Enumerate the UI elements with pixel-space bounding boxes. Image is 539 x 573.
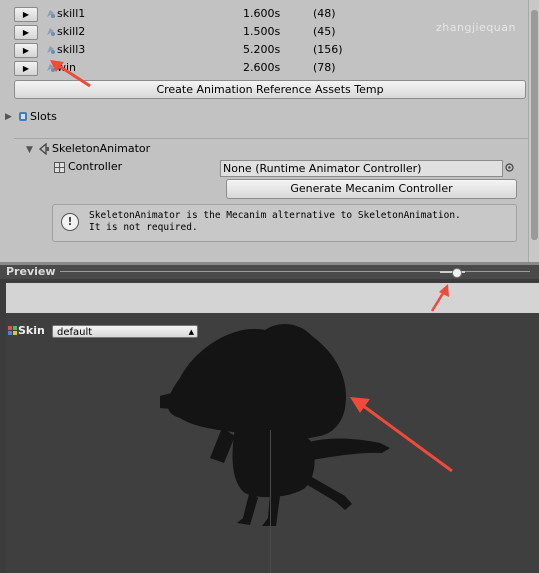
controller-label: Controller — [68, 160, 123, 173]
cropped-row — [0, 0, 528, 4]
skin-dropdown-value: default — [57, 327, 93, 338]
animation-frames: (45) — [313, 25, 336, 38]
preview-slider-knob[interactable] — [452, 268, 462, 278]
annotation-arrow-2 — [430, 284, 449, 312]
animation-name: skill1 — [57, 7, 86, 20]
animation-frames: (156) — [313, 43, 343, 56]
preview-toolbar-strip — [6, 283, 539, 313]
animation-duration: 1.600s — [243, 7, 281, 20]
info-icon: ! — [61, 213, 79, 231]
skin-label: Skin — [18, 324, 45, 337]
generate-mecanim-controller-button[interactable]: Generate Mecanim Controller — [226, 179, 517, 199]
slots-label[interactable]: Slots — [30, 110, 57, 123]
play-button[interactable]: ▶ — [14, 43, 38, 58]
preview-axis-line — [270, 430, 271, 573]
animation-frames: (78) — [313, 61, 336, 74]
annotation-arrow-3 — [350, 397, 453, 473]
preview-header: Preview — [0, 265, 539, 279]
help-box: ! SkeletonAnimator is the Mecanim altern… — [52, 204, 517, 242]
animation-duration: 2.600s — [243, 61, 281, 74]
animation-name: skill2 — [57, 25, 86, 38]
skeleton-animator-header: SkeletonAnimator — [52, 142, 151, 155]
help-line-1: SkeletonAnimator is the Mecanim alternat… — [89, 210, 461, 221]
animation-duration: 5.200s — [243, 43, 281, 56]
slots-icon — [19, 112, 27, 121]
inspector-panel: ▶ skill1 1.600s (48) ▶ skill2 1.500s (45… — [0, 0, 528, 262]
animation-name: skill3 — [57, 43, 86, 56]
play-button[interactable]: ▶ — [14, 25, 38, 40]
grid-icon — [54, 162, 65, 173]
help-line-2: It is not required. — [89, 222, 198, 233]
animation-clip-icon — [47, 46, 55, 54]
slots-foldout-arrow-icon[interactable]: ▶ — [5, 112, 12, 122]
play-button[interactable]: ▶ — [14, 61, 38, 76]
inspector-scrollbar[interactable] — [528, 0, 539, 262]
animation-clip-icon — [47, 10, 55, 18]
object-picker-icon[interactable] — [505, 163, 514, 172]
skeleton-animator-foldout-icon[interactable]: ▼ — [26, 145, 33, 155]
scrollbar-thumb[interactable] — [531, 10, 538, 240]
annotation-arrow-1 — [50, 60, 91, 88]
animation-frames: (48) — [313, 7, 336, 20]
animation-clip-icon — [47, 28, 55, 36]
preview-label: Preview — [6, 265, 56, 278]
animation-duration: 1.500s — [243, 25, 281, 38]
controller-value: None (Runtime Animator Controller) — [223, 162, 422, 175]
skeleton-animator-icon — [38, 143, 49, 155]
controller-field[interactable]: None (Runtime Animator Controller) — [220, 160, 503, 177]
skin-icon — [8, 326, 17, 335]
watermark-text: zhangjiequan — [436, 21, 516, 34]
play-button[interactable]: ▶ — [14, 7, 38, 22]
